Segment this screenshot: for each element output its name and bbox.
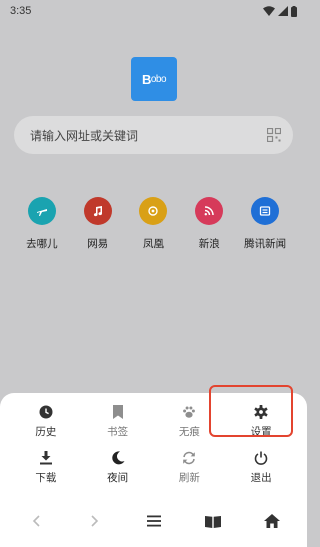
status-icons (263, 5, 297, 17)
menu-bookmarks[interactable]: 书签 (82, 403, 154, 439)
menu-grid: 历史 书签 无痕 设置 下载 夜间 刷新 退出 (0, 403, 307, 485)
site-label: 网易 (87, 238, 109, 250)
logo-text-main: B (141, 71, 151, 87)
site-ifeng-logo (139, 197, 168, 225)
chevron-left-icon (32, 515, 40, 527)
search-input[interactable]: 请输入网址或关键词 (30, 127, 267, 144)
refresh-icon (183, 451, 196, 464)
chevron-right-icon (90, 515, 98, 527)
menu-night-mode[interactable]: 夜间 (82, 449, 154, 485)
menu-label: 夜间 (107, 471, 129, 484)
gear-icon (254, 404, 268, 419)
music-icon (93, 206, 102, 217)
paw-icon (183, 406, 196, 418)
status-time: 3:35 (10, 5, 32, 17)
menu-label: 书签 (107, 425, 129, 438)
menu-label: 无痕 (178, 425, 200, 438)
menu-downloads[interactable]: 下载 (10, 449, 82, 485)
hamburger-icon (146, 515, 161, 527)
back-button[interactable] (16, 506, 56, 536)
logo-text-small: obo (150, 73, 167, 85)
menu-settings[interactable]: 设置 (225, 403, 297, 439)
wifi-icon (263, 6, 275, 16)
site-label: 腾讯新闻 (244, 238, 287, 250)
quick-sites: 去哪儿 网易 凤凰 新浪 腾讯新闻 (14, 197, 293, 251)
site-label: 去哪儿 (26, 238, 58, 250)
menu-label: 刷新 (178, 471, 200, 484)
app-logo: Bobo (131, 57, 177, 101)
menu-label: 下载 (35, 471, 57, 484)
clock-icon (39, 405, 53, 418)
bottom-nav (0, 500, 307, 542)
menu-refresh[interactable]: 刷新 (154, 449, 226, 485)
site-netease[interactable]: 网易 (70, 197, 126, 251)
menu-button[interactable] (134, 506, 174, 536)
qr-scan-icon[interactable] (267, 128, 281, 142)
moon-icon (111, 450, 125, 464)
phoenix-icon (148, 206, 159, 216)
site-tencent-news[interactable]: 腾讯新闻 (237, 197, 293, 251)
site-ifeng[interactable]: 凤凰 (126, 197, 182, 251)
site-netease-logo (83, 197, 112, 225)
site-sina-logo (195, 197, 224, 225)
menu-label: 退出 (250, 471, 272, 484)
site-tencent-logo (251, 197, 280, 225)
menu-label: 历史 (35, 425, 57, 438)
plane-icon (36, 209, 47, 216)
site-qunar[interactable]: 去哪儿 (14, 197, 70, 251)
book-icon (204, 515, 221, 528)
news-icon (259, 206, 271, 216)
forward-button[interactable] (75, 506, 115, 536)
search-bar[interactable]: 请输入网址或关键词 (14, 116, 293, 154)
site-qunar-logo (27, 197, 56, 225)
menu-incognito[interactable]: 无痕 (154, 403, 226, 439)
bookmark-icon (112, 404, 123, 419)
home-icon (263, 514, 280, 528)
rss-icon (204, 206, 215, 216)
bookmarks-button[interactable] (193, 506, 233, 536)
signal-icon (278, 6, 288, 16)
power-icon (254, 451, 268, 465)
menu-history[interactable]: 历史 (10, 403, 82, 439)
download-icon (39, 450, 52, 464)
site-label: 新浪 (198, 238, 220, 250)
site-label: 凤凰 (142, 238, 164, 250)
site-sina[interactable]: 新浪 (181, 197, 237, 251)
menu-label: 设置 (250, 425, 272, 438)
home-button[interactable] (252, 506, 292, 536)
status-bar: 3:35 (0, 0, 307, 22)
menu-exit[interactable]: 退出 (225, 449, 297, 485)
menu-sheet: 历史 书签 无痕 设置 下载 夜间 刷新 退出 (0, 393, 307, 547)
battery-icon (291, 5, 297, 17)
